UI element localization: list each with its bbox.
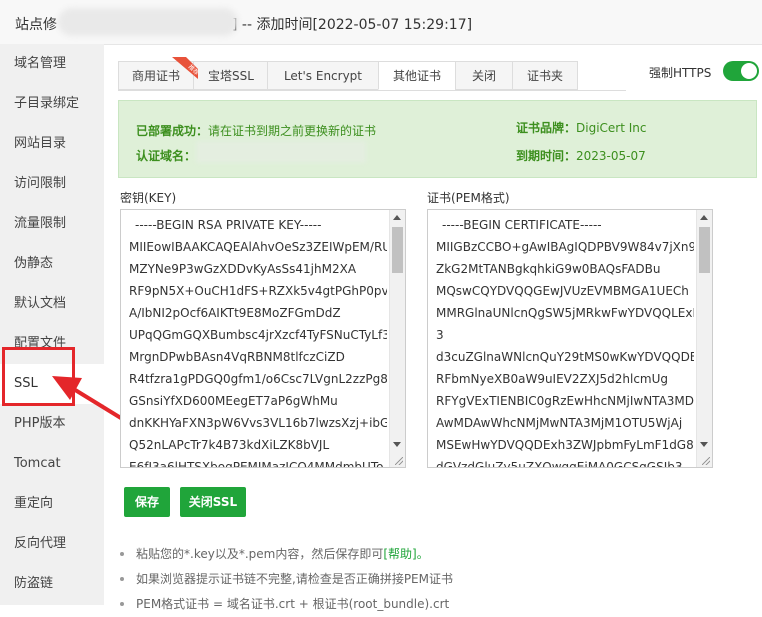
sidebar-item-php[interactable]: PHP版本 bbox=[0, 404, 104, 444]
expire-time: 到期时间：2023-05-07 bbox=[516, 147, 646, 164]
key-line: MZYNe9P3wGzXDDvKyAsSs41jhM2XA bbox=[129, 262, 357, 276]
sidebar-item-subdir[interactable]: 子目录绑定 bbox=[0, 84, 104, 124]
cert-line: -----BEGIN CERTIFICATE----- bbox=[442, 218, 602, 232]
cert-scrollbar[interactable] bbox=[696, 210, 712, 467]
tip-text-suffix: 。 bbox=[416, 547, 429, 561]
tab-other-cert[interactable]: 其他证书 bbox=[378, 61, 456, 90]
cert-textarea[interactable]: -----BEGIN CERTIFICATE----- MIIGBzCCBO+gA… bbox=[427, 209, 713, 468]
title-prefix: 站点修 bbox=[15, 17, 57, 33]
key-line: E6fJ3a6lHTSXboqPEMJMazJCO4MMdmbUTo bbox=[129, 460, 384, 468]
cert-field-label: 证书(PEM格式) bbox=[427, 191, 510, 205]
key-line: UPqQGmGQXBumbsc4jrXzcf4TyFSNuCTyLf3 bbox=[129, 328, 387, 342]
resize-handle-icon[interactable] bbox=[395, 457, 403, 465]
key-line: RF9pN5X+OuCH1dFS+RZXk5v4gtPGhP0pvJb bbox=[129, 284, 387, 298]
help-link[interactable]: [帮助] bbox=[383, 547, 416, 561]
sidebar-item-rewrite[interactable]: 伪静态 bbox=[0, 244, 104, 284]
key-text: -----BEGIN RSA PRIVATE KEY----- MIIEowIBA… bbox=[121, 214, 391, 468]
scroll-down-icon[interactable] bbox=[700, 442, 708, 447]
sidebar-item-redirect[interactable]: 重定向 bbox=[0, 484, 104, 524]
cert-line: MIIGBzCCBO+gAwIBAgIQDPBV9W84v7jXn90 bbox=[436, 240, 694, 254]
tab-lets-encrypt[interactable]: Let's Encrypt bbox=[266, 61, 379, 90]
resize-handle-icon[interactable] bbox=[702, 457, 710, 465]
scroll-thumb[interactable] bbox=[699, 227, 710, 273]
sidebar-item-hotlink[interactable]: 防盗链 bbox=[0, 564, 104, 604]
sidebar-item-tomcat[interactable]: Tomcat bbox=[0, 444, 104, 484]
cert-line: RFYgVExTIENBIC0gRzEwHhcNMjIwNTA3MD bbox=[436, 394, 694, 408]
cert-line: ZkG2MtTANBgkqhkiG9w0BAQsFADBu bbox=[436, 262, 661, 276]
tips-list: 粘贴您的*.key以及*.pem内容，然后保存即可[帮助]。 如果浏览器提示证书… bbox=[120, 542, 453, 617]
tab-cert-folder[interactable]: 证书夹 bbox=[512, 61, 579, 90]
key-line: R4tfzra1gPDGQ0gfm1/o6Csc7LVgnL2zzPg8S bbox=[129, 372, 387, 386]
key-line: A/IbNI2pOcf6AIKTt9E8MoZFGmDdZ bbox=[129, 306, 341, 320]
cert-line: RFbmNyeXB0aW9uIEV2ZXJ5d2hlcmUg bbox=[436, 372, 669, 386]
tab-bt-ssl[interactable]: 宝塔SSL bbox=[193, 61, 267, 90]
toggle-knob bbox=[741, 63, 757, 79]
cert-line: AwMDAwWhcNMjMwNTA3MjM1OTU5WjAj bbox=[436, 416, 683, 430]
tip-text: 粘贴您的*.key以及*.pem内容，然后保存即可 bbox=[136, 547, 384, 561]
expire-time-value: 2023-05-07 bbox=[576, 149, 646, 163]
close-ssl-button[interactable]: 关闭SSL bbox=[180, 487, 246, 517]
recommend-ribbon-icon: 推荐 bbox=[172, 57, 198, 79]
cert-line: 3 bbox=[436, 328, 444, 342]
tip-item: 粘贴您的*.key以及*.pem内容，然后保存即可[帮助]。 bbox=[120, 542, 453, 567]
sidebar: 域名管理 子目录绑定 网站目录 访问限制 流量限制 伪静态 默认文档 配置文件 … bbox=[0, 44, 104, 605]
cert-brand-value: DigiCert Inc bbox=[576, 121, 647, 135]
redacted-site-name bbox=[58, 8, 238, 36]
auth-domain: 认证域名： bbox=[136, 147, 196, 164]
sidebar-item-domain[interactable]: 域名管理 bbox=[0, 44, 104, 84]
key-line: dnKKHYaFXN3pW6Vvs3VL16b7lwzsXzj+ibGu bbox=[129, 416, 387, 430]
force-https-label: 强制HTTPS bbox=[649, 66, 712, 80]
tab-close[interactable]: 关闭 bbox=[455, 61, 513, 90]
cert-line: MSEwHwYDVQQDExh3ZWJpbmFyLmF1dG8t bbox=[436, 438, 694, 452]
key-field-label: 密钥(KEY) bbox=[120, 191, 177, 205]
cert-text: -----BEGIN CERTIFICATE----- MIIGBzCCBO+gA… bbox=[428, 214, 698, 468]
scroll-up-icon[interactable] bbox=[700, 215, 708, 220]
ssl-status-panel bbox=[118, 100, 757, 178]
key-line: MIIEowIBAAKCAQEAlAhvOeSz3ZEIWpEM/RU bbox=[129, 240, 387, 254]
cert-brand: 证书品牌：DigiCert Inc bbox=[516, 119, 647, 136]
auth-domain-label: 认证域名： bbox=[136, 149, 197, 163]
key-line: Q52nLAPcTr7k4B73kdXiLZK8bVJL bbox=[129, 438, 330, 452]
save-button[interactable]: 保存 bbox=[124, 487, 170, 517]
redacted-domain bbox=[196, 141, 366, 163]
sidebar-item-traffic-limit[interactable]: 流量限制 bbox=[0, 204, 104, 244]
key-line: GSnsiYfXD600MEegET7aP6gWhMu bbox=[129, 394, 338, 408]
deploy-status-label: 已部署成功： bbox=[136, 124, 209, 138]
key-line: -----BEGIN RSA PRIVATE KEY----- bbox=[135, 218, 322, 232]
tip-item: 如果浏览器提示证书链不完整,请检查是否正确拼接PEM证书 bbox=[120, 567, 453, 592]
scroll-thumb[interactable] bbox=[392, 227, 403, 273]
key-line: MrgnDPwbBAsn4VqRBNM8tlfczCiZD bbox=[129, 350, 345, 364]
cert-brand-label: 证书品牌： bbox=[516, 121, 577, 135]
cert-line: d3cuZGlnaWNlcnQuY29tMS0wKwYDVQQDEy bbox=[436, 350, 694, 364]
ssl-highlight-box bbox=[2, 347, 75, 406]
key-textarea[interactable]: -----BEGIN RSA PRIVATE KEY----- MIIEowIBA… bbox=[120, 209, 406, 468]
sidebar-item-site-dir[interactable]: 网站目录 bbox=[0, 124, 104, 164]
scroll-down-icon[interactable] bbox=[393, 442, 401, 447]
sidebar-item-access-limit[interactable]: 访问限制 bbox=[0, 164, 104, 204]
deploy-status-value: 请在证书到期之前更换新的证书 bbox=[208, 124, 377, 138]
force-https-toggle[interactable] bbox=[723, 61, 759, 81]
sidebar-item-default-doc[interactable]: 默认文档 bbox=[0, 284, 104, 324]
title-bar: 站点修 ] -- 添加时间[2022-05-07 15:29:17] bbox=[0, 0, 762, 45]
sidebar-item-proxy[interactable]: 反向代理 bbox=[0, 524, 104, 564]
title-suffix: ] -- 添加时间[2022-05-07 15:29:17] bbox=[232, 17, 473, 33]
cert-line: dGVzdGluZy5uZXQwggEiMA0GCSqGSIb3 bbox=[436, 460, 683, 468]
scroll-up-icon[interactable] bbox=[393, 215, 401, 220]
expire-time-label: 到期时间： bbox=[516, 149, 577, 163]
key-scrollbar[interactable] bbox=[389, 210, 405, 467]
deploy-status: 已部署成功：请在证书到期之前更换新的证书 bbox=[136, 122, 376, 139]
cert-line: MMRGlnaUNlcnQgSW5jMRkwFwYDVQQLExB bbox=[436, 306, 694, 320]
cert-line: MQswCQYDVQQGEwJVUzEVMBMGA1UECh bbox=[436, 284, 689, 298]
